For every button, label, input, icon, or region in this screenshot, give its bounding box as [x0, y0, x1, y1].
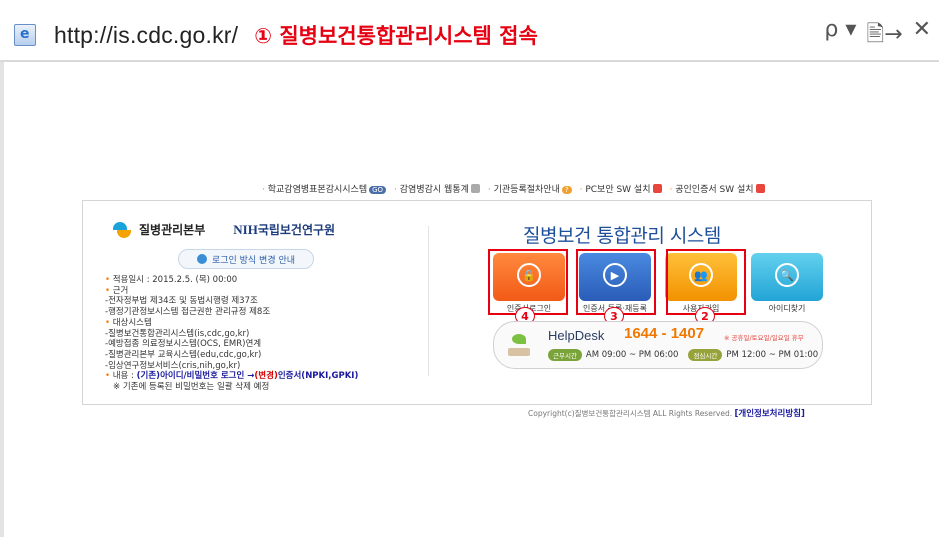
step-1-annotation: ① 질병보건통합관리시스템 접속	[254, 24, 538, 48]
address-tools: ρ ▾ 🖹→ ✕	[824, 17, 931, 55]
system-title: 질병보건 통합관리 시스템	[523, 225, 721, 247]
highlight-box-3	[576, 249, 656, 315]
find-id-label[interactable]: 아이디찾기	[751, 303, 823, 314]
address-area[interactable]: http://is.cdc.go.kr/ ① 질병보건통합관리시스템 접속	[14, 20, 538, 50]
footer-copyright: Copyright(c)질병보건통합관리시스템 ALL Rights Reser…	[528, 409, 805, 419]
top-link-school[interactable]: · 학교감염병표본감시시스템 GO	[262, 182, 387, 195]
highlight-box-2	[666, 249, 746, 315]
find-id-button[interactable]: 🔍	[751, 253, 823, 301]
helpdesk-note: ※ 공휴일/토요일/일요일 휴무	[724, 334, 804, 342]
close-icon[interactable]: ✕	[913, 17, 931, 55]
helpdesk-box: HelpDesk 1644 - 1407 ※ 공휴일/토요일/일요일 휴무 근무…	[493, 321, 823, 369]
highlight-box-4	[488, 249, 568, 315]
help-icon: ?	[561, 186, 572, 194]
helpdesk-hours: 근무시간 AM 09:00 ~ PM 06:00 점심시간 PM 12:00 ~…	[548, 349, 818, 361]
kcdc-swirl-icon	[113, 221, 133, 238]
top-link-cert-sw[interactable]: · 공인인증서 SW 설치	[670, 182, 765, 195]
login-change-button[interactable]: 로그인 방식 변경 안내	[178, 249, 314, 269]
top-link-webstats[interactable]: · 감염병감시 웹통계	[394, 182, 480, 195]
search-icon[interactable]: ρ ▾	[824, 17, 856, 55]
privacy-policy-link[interactable]: [개인정보처리방침]	[735, 409, 805, 419]
nih-logo: NIH국립보건연구원	[233, 222, 336, 237]
stats-icon	[470, 184, 480, 193]
main-panel: 질병관리본부 NIH국립보건연구원 로그인 방식 변경 안내 • 적용일시 : …	[82, 200, 872, 405]
download-icon	[755, 184, 765, 193]
top-link-pc-security[interactable]: · PC보안 SW 설치	[580, 182, 662, 195]
helpdesk-title: HelpDesk	[548, 328, 605, 343]
ie-page-icon	[14, 24, 36, 46]
go-badge-icon: GO	[369, 186, 387, 194]
logos: 질병관리본부 NIH국립보건연구원	[113, 221, 335, 238]
top-links: · 학교감염병표본감시시스템 GO · 감염병감시 웹통계 · 기관등록절차안내?…	[262, 182, 765, 195]
lock-icon	[196, 254, 207, 264]
search-icon: 🔍	[775, 263, 799, 287]
top-link-registration[interactable]: · 기관등록절차안내?	[488, 182, 572, 195]
window-left-edge	[0, 62, 4, 537]
compat-refresh-icon[interactable]: 🖹→	[866, 17, 902, 55]
browser-address-bar: http://is.cdc.go.kr/ ① 질병보건통합관리시스템 접속 ρ …	[0, 0, 939, 62]
download-icon	[652, 184, 662, 193]
sprout-icon	[508, 332, 530, 358]
helpdesk-phone: 1644 - 1407	[624, 325, 705, 342]
work-hours-badge: 근무시간	[548, 349, 582, 361]
url-text[interactable]: http://is.cdc.go.kr/	[54, 22, 238, 49]
notice-text: • 적용일시 : 2015.2.5. (목) 00:00 • 근거 -전자정부법…	[105, 275, 359, 393]
lunch-hours-badge: 점심시간	[688, 349, 723, 361]
kcdc-logo: 질병관리본부	[113, 221, 205, 238]
panel-divider	[428, 226, 429, 376]
